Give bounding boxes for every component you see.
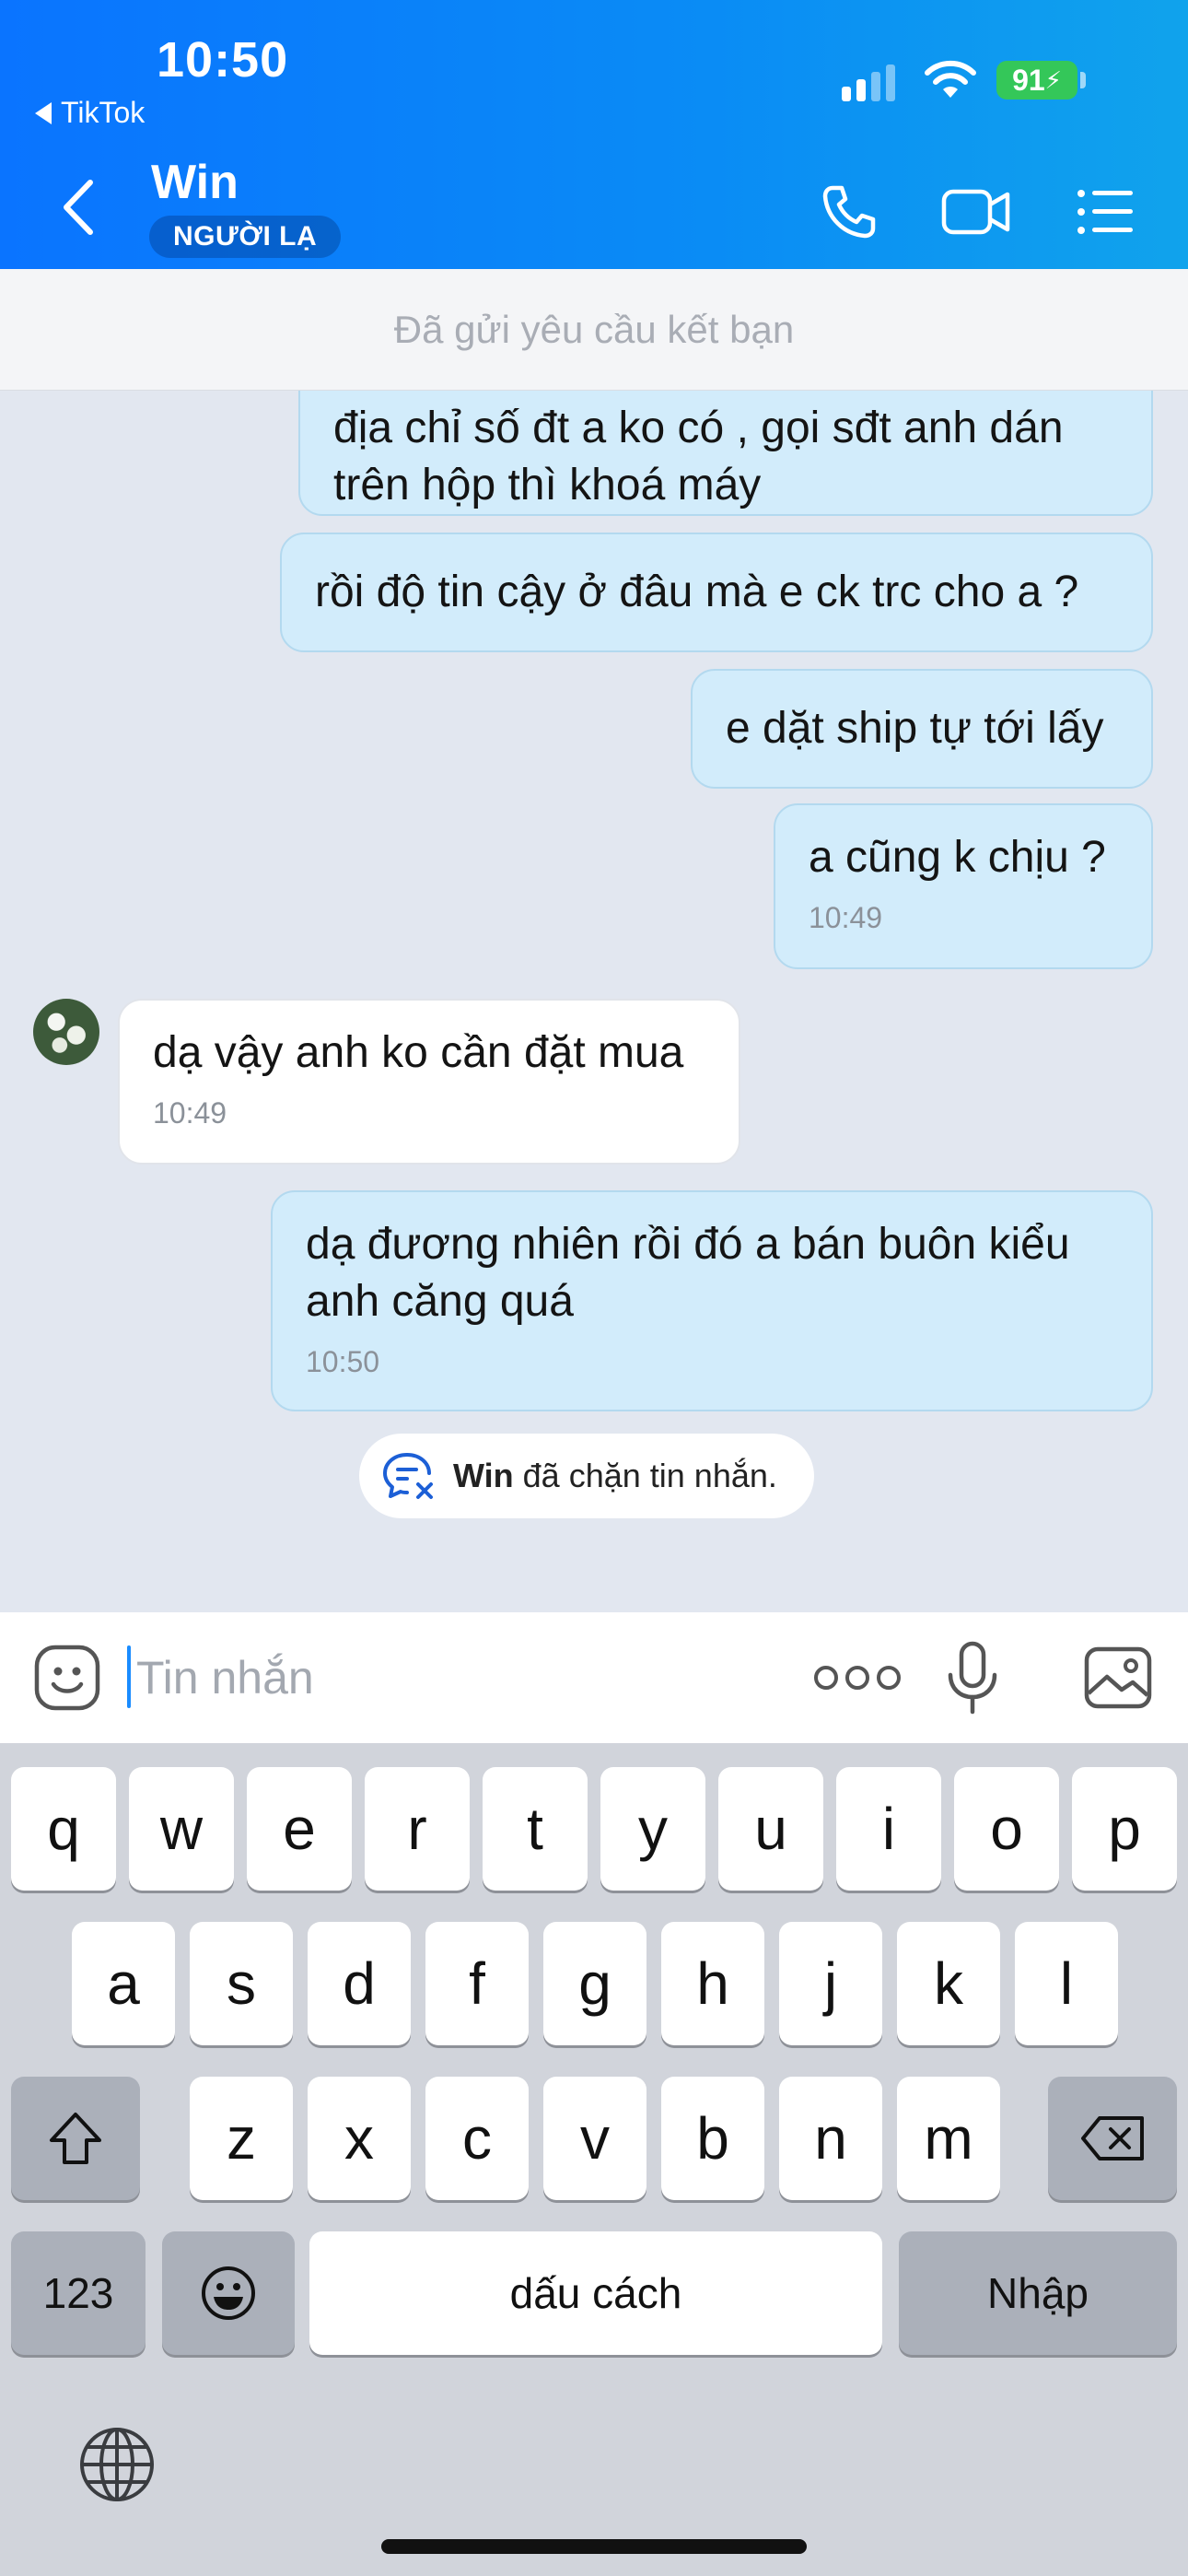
battery-tip <box>1080 72 1086 88</box>
message-text: dạ vậy anh ko cần đặt mua <box>153 1028 684 1077</box>
message-input[interactable] <box>127 1640 772 1715</box>
blocked-notice-name: Win <box>453 1457 514 1494</box>
message-list: địa chỉ số đt a ko có , gọi sđt anh dán … <box>0 391 1188 1612</box>
key-y[interactable]: y <box>600 1767 705 1891</box>
key-d[interactable]: d <box>308 1922 411 2045</box>
message-text: a cũng k chịu ? <box>809 833 1106 882</box>
key-x[interactable]: x <box>308 2077 411 2200</box>
key-s[interactable]: s <box>190 1922 293 2045</box>
key-f[interactable]: f <box>425 1922 529 2045</box>
status-time: 10:50 <box>157 32 289 88</box>
emoji-icon[interactable] <box>33 1644 101 1712</box>
more-icon[interactable] <box>798 1655 917 1701</box>
blocked-notice: Win đã chặn tin nhắn. <box>359 1434 814 1518</box>
message-bubble-outgoing[interactable]: a cũng k chịu ? 10:49 <box>774 803 1153 969</box>
chat-header: 10:50 TikTok 91 ⚡ Win NGƯỜI LẠ <box>0 0 1188 269</box>
key-a[interactable]: a <box>72 1922 175 2045</box>
mic-icon[interactable] <box>943 1640 1002 1717</box>
message-time: 10:49 <box>153 1096 227 1130</box>
text-caret <box>127 1645 131 1708</box>
message-text: rồi độ tin cậy ở đâu mà e ck trc cho a ? <box>315 568 1079 616</box>
message-bubble-outgoing[interactable]: dạ đương nhiên rồi đó a bán buôn kiểu an… <box>271 1190 1153 1411</box>
backspace-key[interactable] <box>1048 2077 1177 2200</box>
image-icon[interactable] <box>1083 1645 1153 1710</box>
key-w[interactable]: w <box>129 1767 234 1891</box>
back-app-label: TikTok <box>61 96 146 129</box>
battery-indicator: 91 ⚡ <box>996 61 1077 100</box>
key-o[interactable]: o <box>954 1767 1059 1891</box>
key-j[interactable]: j <box>779 1922 882 2045</box>
message-bubble-incoming[interactable]: dạ vậy anh ko cần đặt mua 10:49 <box>118 999 740 1165</box>
back-arrow-icon[interactable] <box>55 175 101 240</box>
key-k[interactable]: k <box>897 1922 1000 2045</box>
back-triangle-icon <box>35 101 52 124</box>
battery-level: 91 <box>1012 63 1045 97</box>
phone-icon[interactable] <box>812 175 886 249</box>
blocked-notice-message: đã chặn tin nhắn. <box>513 1457 777 1494</box>
key-g[interactable]: g <box>543 1922 646 2045</box>
message-bubble-outgoing[interactable]: rồi độ tin cậy ở đâu mà e ck trc cho a ? <box>280 533 1153 652</box>
message-bubble-outgoing[interactable]: địa chỉ số đt a ko có , gọi sđt anh dán … <box>298 391 1153 516</box>
key-r[interactable]: r <box>365 1767 470 1891</box>
key-v[interactable]: v <box>543 2077 646 2200</box>
key-e[interactable]: e <box>247 1767 352 1891</box>
message-text: e dặt ship tự tới lấy <box>726 704 1104 753</box>
key-l[interactable]: l <box>1015 1922 1118 2045</box>
signal-icon <box>842 64 895 101</box>
friend-request-status: Đã gửi yêu cầu kết bạn <box>0 269 1188 391</box>
key-i[interactable]: i <box>836 1767 941 1891</box>
numbers-key[interactable]: 123 <box>11 2231 146 2355</box>
backspace-icon <box>1081 2116 1144 2160</box>
key-c[interactable]: c <box>425 2077 529 2200</box>
key-t[interactable]: t <box>483 1767 588 1891</box>
key-q[interactable]: q <box>11 1767 116 1891</box>
message-text: địa chỉ số đt a ko có , gọi sđt anh dán … <box>333 404 1064 509</box>
avatar[interactable] <box>33 999 99 1065</box>
key-m[interactable]: m <box>897 2077 1000 2200</box>
emoji-key[interactable] <box>162 2231 295 2355</box>
message-bubble-outgoing[interactable]: e dặt ship tự tới lấy <box>691 669 1153 789</box>
key-n[interactable]: n <box>779 2077 882 2200</box>
return-key[interactable]: Nhập <box>899 2231 1177 2355</box>
back-to-app-link[interactable]: TikTok <box>35 96 145 130</box>
menu-icon[interactable] <box>1068 175 1142 249</box>
key-b[interactable]: b <box>661 2077 764 2200</box>
stranger-badge: NGƯỜI LẠ <box>149 216 342 258</box>
key-p[interactable]: p <box>1072 1767 1177 1891</box>
home-indicator[interactable] <box>381 2539 807 2554</box>
blocked-notice-text: Win đã chặn tin nhắn. <box>453 1457 777 1495</box>
composer-bar <box>0 1612 1188 1743</box>
message-text: dạ đương nhiên rồi đó a bán buôn kiểu an… <box>306 1220 1070 1326</box>
shift-key[interactable] <box>11 2077 140 2200</box>
video-icon[interactable] <box>939 175 1013 249</box>
block-message-icon <box>383 1453 433 1499</box>
message-time: 10:50 <box>306 1345 380 1378</box>
globe-icon[interactable] <box>77 2425 157 2504</box>
wifi-icon <box>925 60 976 98</box>
shift-icon <box>50 2113 101 2164</box>
message-time: 10:49 <box>809 901 883 934</box>
key-h[interactable]: h <box>661 1922 764 2045</box>
contact-name[interactable]: Win <box>151 155 239 210</box>
space-key[interactable]: dấu cách <box>309 2231 882 2355</box>
key-z[interactable]: z <box>190 2077 293 2200</box>
emoji-key-icon <box>202 2266 255 2320</box>
key-u[interactable]: u <box>718 1767 823 1891</box>
